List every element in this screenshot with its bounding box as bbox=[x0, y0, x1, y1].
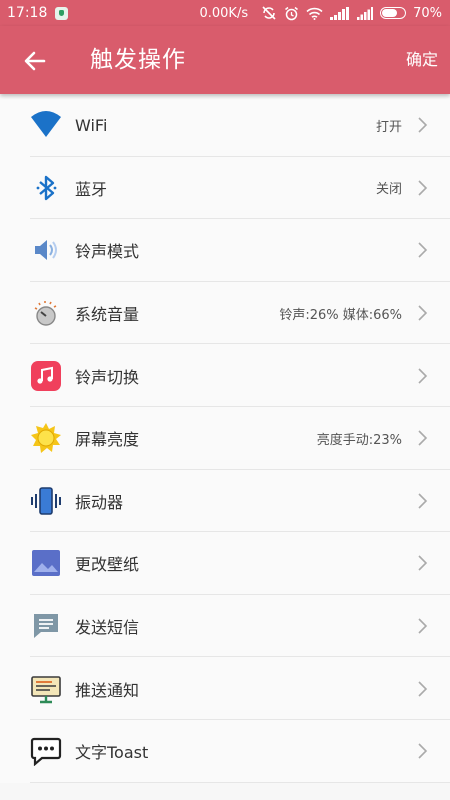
list-item-vibrator[interactable]: 振动器 bbox=[0, 470, 450, 533]
list-item-send-sms[interactable]: 发送短信 bbox=[0, 595, 450, 658]
list-item-screen-brightness[interactable]: 屏幕亮度 亮度手动:23% bbox=[0, 407, 450, 470]
list-item-value: 打开 bbox=[375, 119, 402, 135]
list-item-label: 推送通知 bbox=[75, 680, 140, 700]
chevron-right-icon bbox=[418, 305, 428, 321]
chevron-right-icon bbox=[418, 618, 428, 634]
bluetooth-icon bbox=[30, 172, 62, 204]
list-item-label: 蓝牙 bbox=[75, 179, 108, 199]
list-item-ringtone-switch[interactable]: 铃声切换 bbox=[0, 344, 450, 407]
list-item-label: 振动器 bbox=[75, 492, 124, 512]
vibrate-icon bbox=[30, 485, 62, 517]
wifi-icon bbox=[30, 109, 62, 141]
signal-4g-icon bbox=[330, 6, 350, 20]
chevron-right-icon bbox=[418, 117, 428, 133]
list-item-label: 铃声切换 bbox=[75, 367, 140, 387]
chevron-right-icon bbox=[418, 555, 428, 572]
sms-icon bbox=[30, 610, 62, 642]
status-right: 0.00K/s 70% bbox=[199, 6, 442, 21]
list-item-label: 屏幕亮度 bbox=[75, 430, 140, 450]
app-notification-icon bbox=[55, 6, 69, 20]
list-item-label: 系统音量 bbox=[75, 305, 140, 325]
toolbar: 触发操作 确定 bbox=[0, 26, 450, 94]
back-arrow-icon[interactable] bbox=[18, 44, 52, 78]
chevron-right-icon bbox=[418, 242, 428, 259]
battery-percent: 70% bbox=[413, 5, 442, 21]
list-item-label: 文字Toast bbox=[75, 743, 149, 763]
speaker-icon bbox=[30, 234, 62, 266]
chat-bubble-icon bbox=[30, 735, 62, 767]
list-item-change-wallpaper[interactable]: 更改壁纸 bbox=[0, 532, 450, 595]
chevron-right-icon bbox=[418, 180, 428, 196]
network-speed: 0.00K/s bbox=[199, 5, 249, 21]
status-time: 17:18 bbox=[7, 5, 48, 21]
trigger-action-list: WiFi 打开 蓝牙 关闭 铃声模式 系统音量 铃声:26% 媒体:66% 铃声… bbox=[0, 94, 450, 783]
status-bar: 17:18 0.00K/s 70% bbox=[0, 0, 450, 26]
list-item-label: 更改壁纸 bbox=[75, 555, 140, 575]
alarm-icon bbox=[285, 6, 299, 20]
chevron-right-icon bbox=[418, 681, 428, 697]
page-title: 触发操作 bbox=[90, 47, 186, 73]
list-item-value: 关闭 bbox=[375, 182, 402, 198]
battery-icon bbox=[380, 7, 407, 19]
list-item-label: WiFi bbox=[75, 115, 108, 135]
chevron-right-icon bbox=[418, 430, 428, 446]
wifi-status-icon bbox=[306, 7, 323, 20]
list-item-bluetooth[interactable]: 蓝牙 关闭 bbox=[0, 157, 450, 220]
sun-icon bbox=[30, 422, 62, 454]
list-item-push-notification[interactable]: 推送通知 bbox=[0, 657, 450, 720]
notification-board-icon bbox=[30, 673, 62, 705]
list-item-value: 铃声:26% 媒体:66% bbox=[279, 307, 402, 323]
music-note-icon bbox=[30, 360, 62, 392]
wallpaper-icon bbox=[30, 547, 62, 579]
battery-fill bbox=[382, 9, 398, 17]
list-item-system-volume[interactable]: 系统音量 铃声:26% 媒体:66% bbox=[0, 282, 450, 345]
sync-off-icon bbox=[262, 6, 276, 20]
volume-dial-icon bbox=[30, 297, 62, 329]
chevron-right-icon bbox=[418, 493, 428, 509]
chevron-right-icon bbox=[418, 743, 428, 759]
list-item-wifi[interactable]: WiFi 打开 bbox=[0, 94, 450, 157]
list-item-value: 亮度手动:23% bbox=[316, 432, 402, 448]
signal-icon bbox=[357, 6, 374, 20]
list-item-label: 发送短信 bbox=[75, 618, 140, 638]
list-item-text-toast[interactable]: 文字Toast bbox=[0, 720, 450, 783]
list-item-label: 铃声模式 bbox=[75, 242, 140, 262]
confirm-button[interactable]: 确定 bbox=[406, 26, 438, 94]
chevron-right-icon bbox=[418, 368, 428, 384]
list-item-ringer-mode[interactable]: 铃声模式 bbox=[0, 219, 450, 282]
